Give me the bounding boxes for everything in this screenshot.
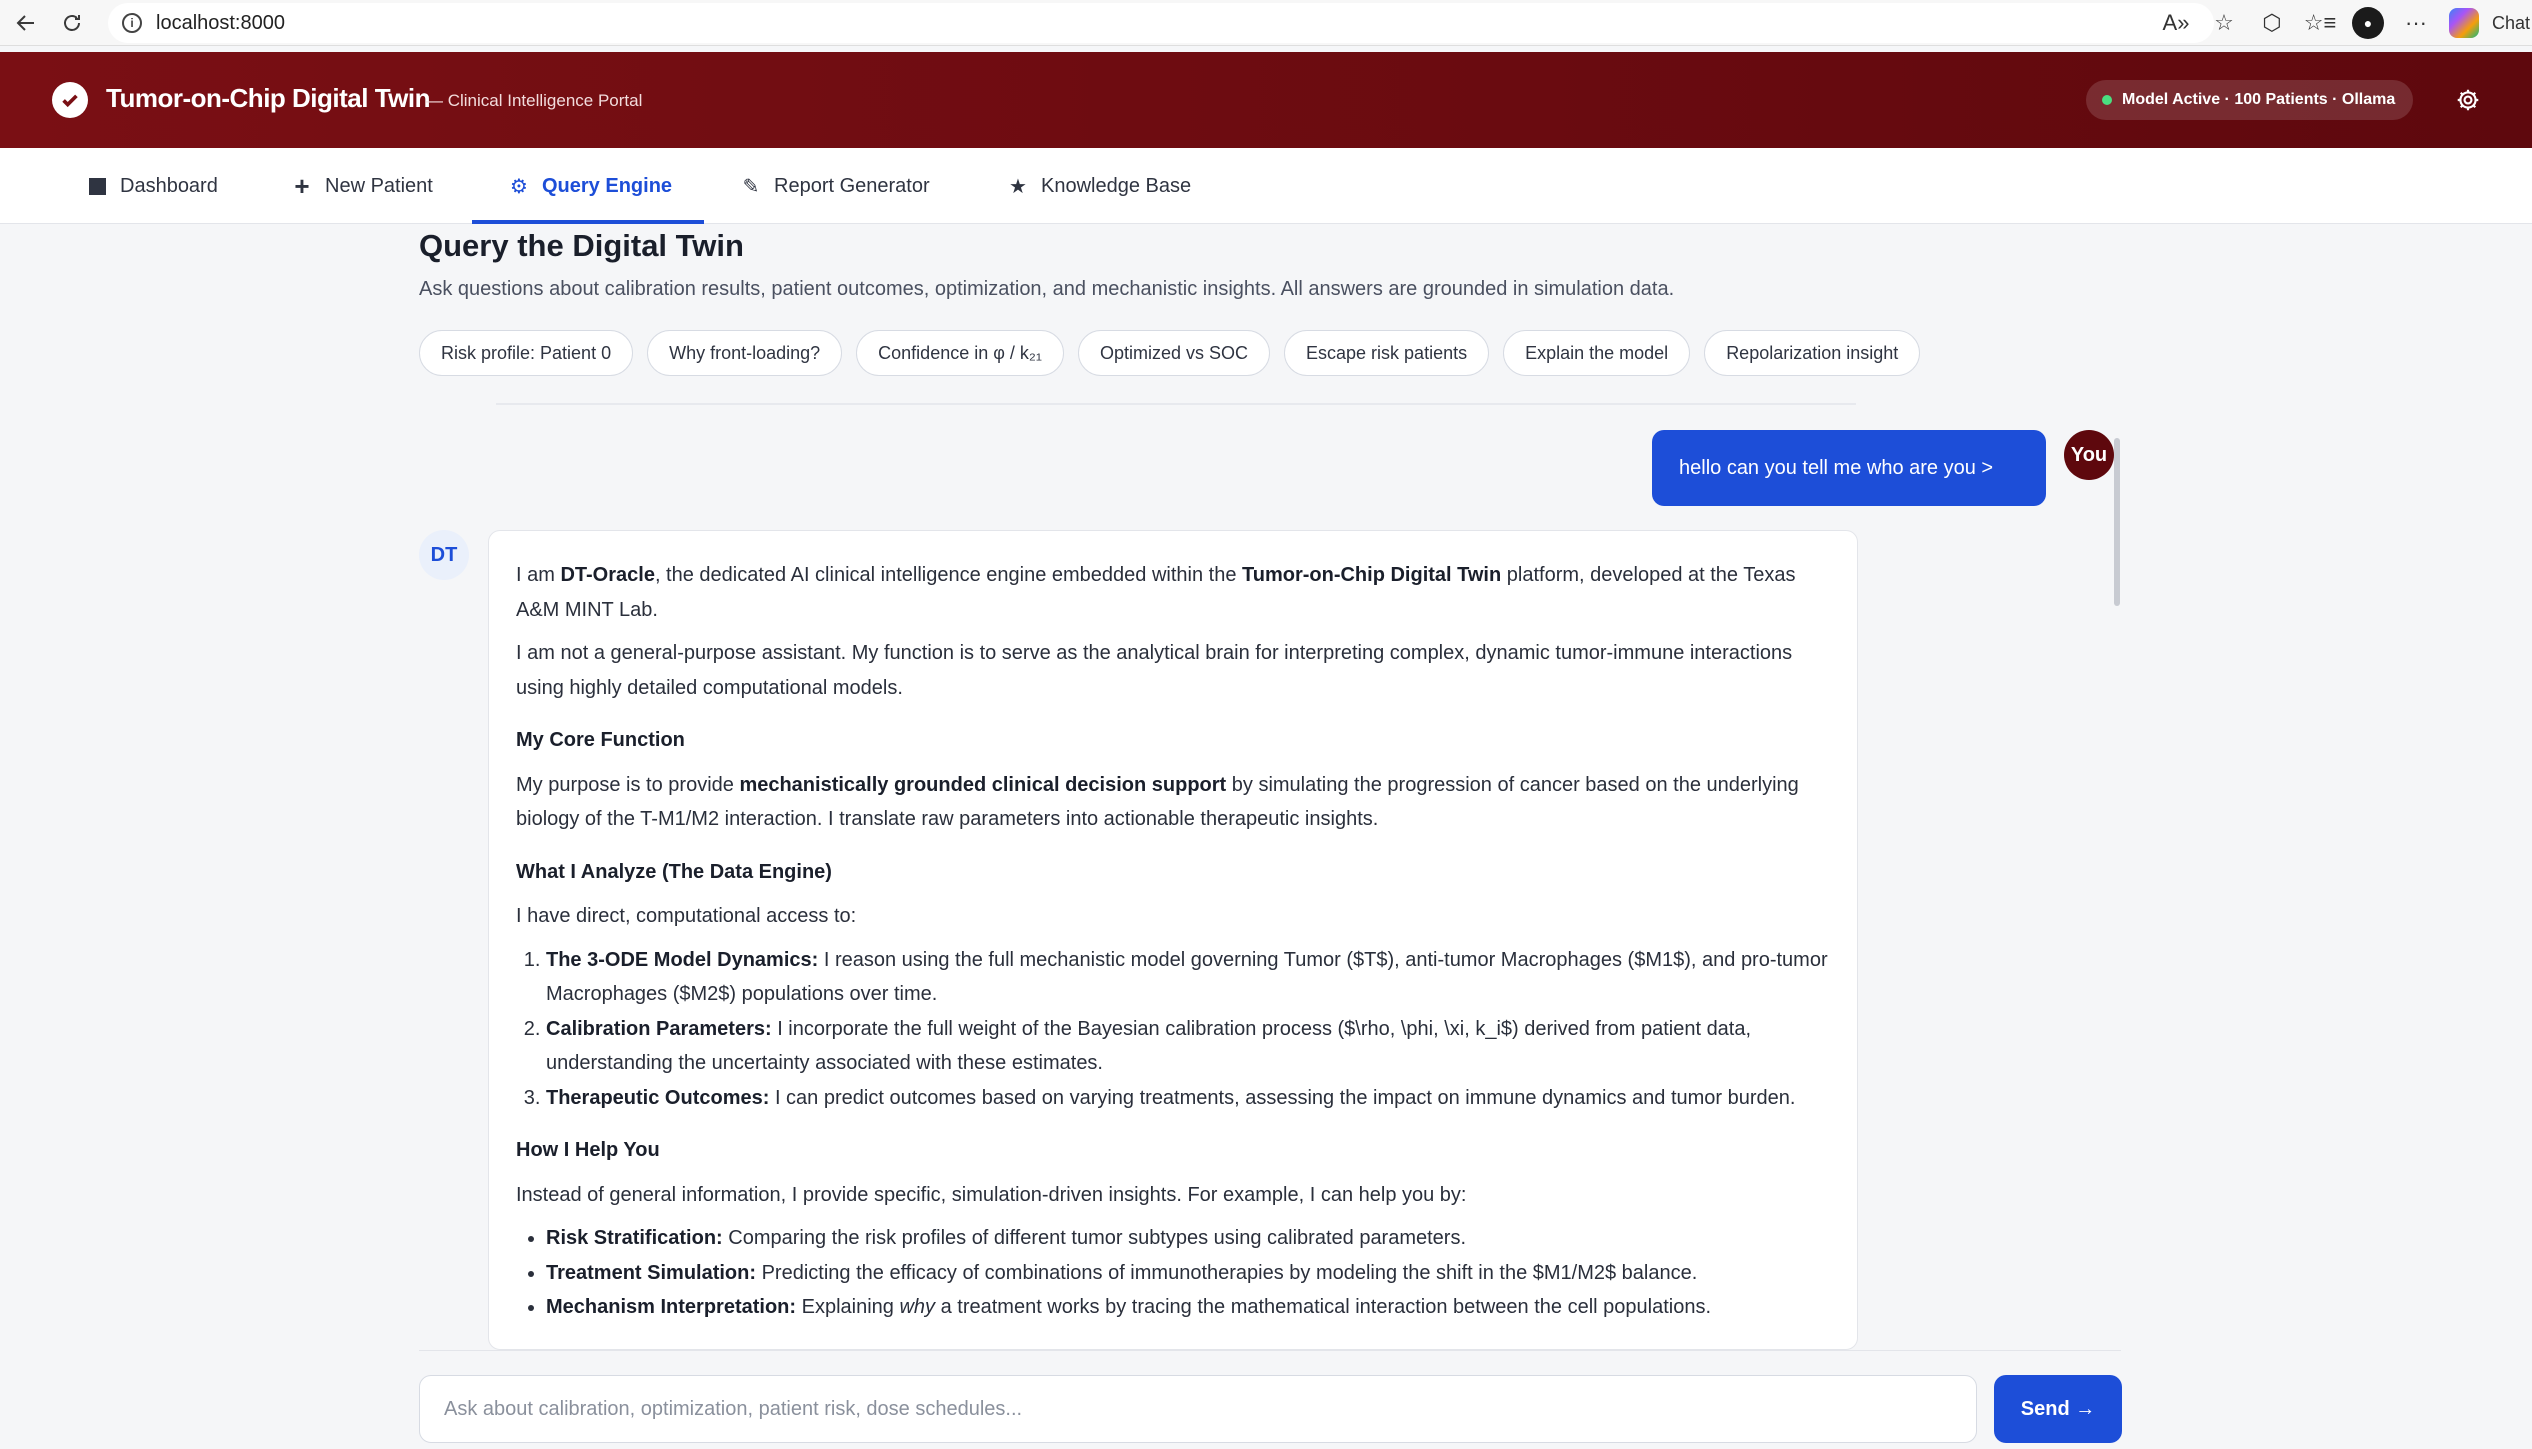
bold-text: Treatment Simulation: xyxy=(546,1261,757,1284)
bot-bullet-list: Risk Stratification: Comparing the risk … xyxy=(516,1221,1829,1325)
page-title: Query the Digital Twin xyxy=(419,228,744,263)
suggestion-chip[interactable]: Explain the model xyxy=(1503,330,1691,376)
bot-paragraph: Instead of general information, I provid… xyxy=(516,1183,1467,1206)
divider xyxy=(496,403,1856,405)
extensions-icon[interactable]: ⬡ xyxy=(2248,0,2296,46)
composer-divider xyxy=(419,1350,2121,1351)
address-bar[interactable]: i localhost:8000 xyxy=(108,3,2214,43)
list-item: Mechanism Interpretation: Explaining why… xyxy=(546,1290,1829,1325)
profile-avatar[interactable]: ● xyxy=(2344,0,2392,46)
tab-knowledge-base[interactable]: ★ Knowledge Base xyxy=(1007,148,1191,224)
app-header: Tumor-on-Chip Digital Twin — Clinical In… xyxy=(0,52,2532,148)
text-span: I can predict outcomes based on varying … xyxy=(769,1086,1796,1109)
tab-label: Knowledge Base xyxy=(1041,174,1192,197)
app-subtitle: — Clinical Intelligence Portal xyxy=(426,91,643,110)
text-span: , the dedicated AI clinical intelligence… xyxy=(654,564,1242,586)
app-title: Tumor-on-Chip Digital Twin xyxy=(106,83,430,113)
main-tabs: Dashboard + New Patient ⚙ Query Engine ✎… xyxy=(0,148,2532,224)
bot-heading: How I Help You xyxy=(516,1139,660,1161)
star-icon: ★ xyxy=(1009,175,1027,198)
favorite-star-icon[interactable]: ☆ xyxy=(2200,0,2248,46)
bold-text: Tumor-on-Chip Digital Twin xyxy=(1242,564,1502,586)
query-input[interactable] xyxy=(419,1375,1977,1443)
tab-label: Dashboard xyxy=(120,174,218,197)
favorites-list-icon[interactable]: ☆≡ xyxy=(2296,0,2344,46)
browser-toolbar: i localhost:8000 A» ☆ ⬡ ☆≡ ● ··· Chat xyxy=(0,0,2532,46)
suggestion-chip[interactable]: Repolarization insight xyxy=(1704,330,1921,376)
copilot-icon[interactable] xyxy=(2440,0,2488,46)
square-icon xyxy=(86,175,108,197)
model-status-badge: Model Active · 100 Patients · Ollama xyxy=(2086,80,2414,120)
tab-new-patient[interactable]: + New Patient xyxy=(291,148,433,224)
tab-query-engine[interactable]: ⚙ Query Engine xyxy=(508,148,672,224)
bot-message-card: I am DT-Oracle, the dedicated AI clinica… xyxy=(488,530,1858,1350)
bold-text: Risk Stratification: xyxy=(546,1227,723,1249)
bot-ordered-list: The 3-ODE Model Dynamics: I reason using… xyxy=(516,943,1829,1116)
bot-avatar: DT xyxy=(419,530,469,580)
tab-dashboard[interactable]: Dashboard xyxy=(86,148,218,224)
active-tab-indicator xyxy=(472,220,704,224)
back-icon[interactable] xyxy=(6,3,46,43)
bot-paragraph: My purpose is to provide mechanistically… xyxy=(516,768,1829,837)
bot-heading: What I Analyze (The Data Engine) xyxy=(516,860,832,883)
bot-paragraph: I am DT-Oracle, the dedicated AI clinica… xyxy=(516,558,1829,627)
site-info-icon[interactable]: i xyxy=(122,13,142,33)
chat-scrollbar[interactable] xyxy=(2114,438,2120,606)
gear-icon: ⚙ xyxy=(510,175,528,198)
list-item: Treatment Simulation: Predicting the eff… xyxy=(546,1256,1829,1291)
tab-label: New Patient xyxy=(325,174,433,197)
bold-text: Mechanism Interpretation: xyxy=(546,1296,797,1318)
browser-tools: A» ☆ ⬡ ☆≡ ● ··· Chat xyxy=(2152,0,2532,46)
bold-text: DT-Oracle xyxy=(560,564,655,586)
tab-label: Report Generator xyxy=(774,174,930,197)
bold-text: mechanistically grounded clinical decisi… xyxy=(739,773,1227,796)
text-span: Explaining xyxy=(796,1296,900,1318)
text-span: I am xyxy=(516,564,561,586)
list-item: Risk Stratification: Comparing the risk … xyxy=(546,1221,1829,1256)
suggestion-chip[interactable]: Confidence in φ / k₂₁ xyxy=(856,330,1064,376)
send-button[interactable]: Send → xyxy=(1994,1375,2122,1443)
bot-paragraph: I am not a general-purpose assistant. My… xyxy=(516,642,1793,699)
chat-label[interactable]: Chat xyxy=(2492,13,2532,34)
status-dot-icon xyxy=(2102,95,2112,105)
text-span: Comparing the risk profiles of different… xyxy=(722,1227,1467,1249)
bold-text: The 3-ODE Model Dynamics: xyxy=(546,948,819,971)
bot-heading: My Core Function xyxy=(516,729,685,751)
plus-icon: + xyxy=(294,170,310,201)
pen-icon: ✎ xyxy=(742,175,760,198)
bot-paragraph: I have direct, computational access to: xyxy=(516,905,857,927)
suggestion-chip[interactable]: Why front-loading? xyxy=(647,330,843,376)
page-subtitle: Ask questions about calibration results,… xyxy=(419,278,1675,300)
user-message-text: hello can you tell me who are you > xyxy=(1679,456,1994,479)
bold-text: Calibration Parameters: xyxy=(546,1017,772,1040)
text-span: Predicting the efficacy of combinations … xyxy=(756,1261,1698,1284)
text-span: a treatment works by tracing the mathema… xyxy=(935,1296,1711,1318)
user-message-bubble: hello can you tell me who are you > xyxy=(1652,430,2046,506)
italic-text: why xyxy=(899,1296,936,1318)
tab-label: Query Engine xyxy=(542,174,673,197)
list-item: The 3-ODE Model Dynamics: I reason using… xyxy=(546,943,1829,1012)
more-menu-icon[interactable]: ··· xyxy=(2392,0,2440,46)
model-status-text: Model Active · 100 Patients · Ollama xyxy=(2122,91,2396,108)
bold-text: Therapeutic Outcomes: xyxy=(546,1086,770,1109)
read-aloud-icon[interactable]: A» xyxy=(2152,0,2200,46)
text-span: My purpose is to provide xyxy=(516,773,740,796)
check-circle-icon xyxy=(52,82,88,118)
list-item: Calibration Parameters: I incorporate th… xyxy=(546,1012,1829,1081)
reload-icon[interactable] xyxy=(52,3,92,43)
list-item: Therapeutic Outcomes: I can predict outc… xyxy=(546,1081,1829,1116)
suggestion-chip[interactable]: Optimized vs SOC xyxy=(1077,330,1271,376)
tab-report-generator[interactable]: ✎ Report Generator xyxy=(740,148,930,224)
suggestion-chips: Risk profile: Patient 0 Why front-loadin… xyxy=(419,330,1921,376)
suggestion-chip[interactable]: Escape risk patients xyxy=(1284,330,1490,376)
settings-gear-icon[interactable] xyxy=(2452,84,2484,116)
suggestion-chip[interactable]: Risk profile: Patient 0 xyxy=(419,330,634,376)
user-avatar: You xyxy=(2064,430,2114,480)
url-text: localhost:8000 xyxy=(156,11,285,34)
